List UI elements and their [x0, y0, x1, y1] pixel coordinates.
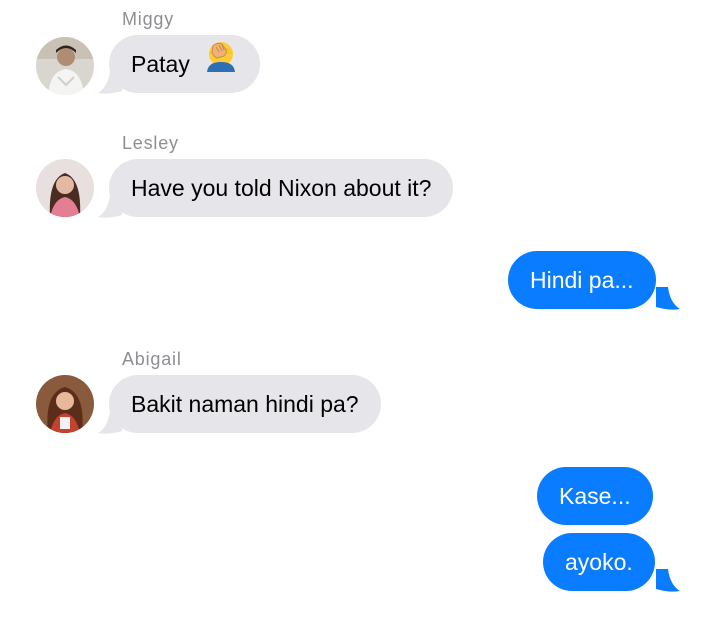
abigail-avatar-icon — [36, 375, 94, 433]
bubble-tail-incoming — [98, 411, 122, 435]
avatar-miggy[interactable] — [36, 37, 94, 95]
bubble-tail-incoming — [98, 195, 122, 219]
bubble-tail-incoming — [98, 71, 122, 95]
message-text: Patay — [131, 51, 190, 77]
lesley-avatar-icon — [36, 159, 94, 217]
message-text: ayoko. — [565, 549, 633, 575]
bubble-tail-outgoing — [656, 569, 680, 593]
sender-name-abigail: Abigail — [122, 349, 182, 369]
message-bubble-incoming[interactable]: Patay — [109, 35, 261, 93]
message-text: Kase... — [559, 483, 631, 509]
avatar-abigail[interactable] — [36, 375, 94, 433]
sender-name-miggy: Miggy — [122, 9, 175, 29]
message-bubble-incoming[interactable]: Have you told Nixon about it? — [109, 159, 454, 217]
bubble-tail-outgoing — [656, 287, 680, 311]
message-bubble-outgoing[interactable]: Hindi pa... — [508, 251, 656, 309]
sender-name-lesley: Lesley — [122, 133, 179, 153]
message-bubble-outgoing[interactable]: ayoko. — [543, 533, 655, 591]
message-text: Have you told Nixon about it? — [131, 175, 432, 201]
message-text: Bakit naman hindi pa? — [131, 391, 359, 417]
miggy-avatar-icon — [36, 37, 94, 95]
avatar-lesley[interactable] — [36, 159, 94, 217]
message-text: Hindi pa... — [530, 267, 634, 293]
message-bubble-incoming[interactable]: Bakit naman hindi pa? — [109, 375, 381, 433]
message-bubble-outgoing[interactable]: Kase... — [537, 467, 653, 525]
facepalm-emoji-icon — [204, 35, 238, 93]
